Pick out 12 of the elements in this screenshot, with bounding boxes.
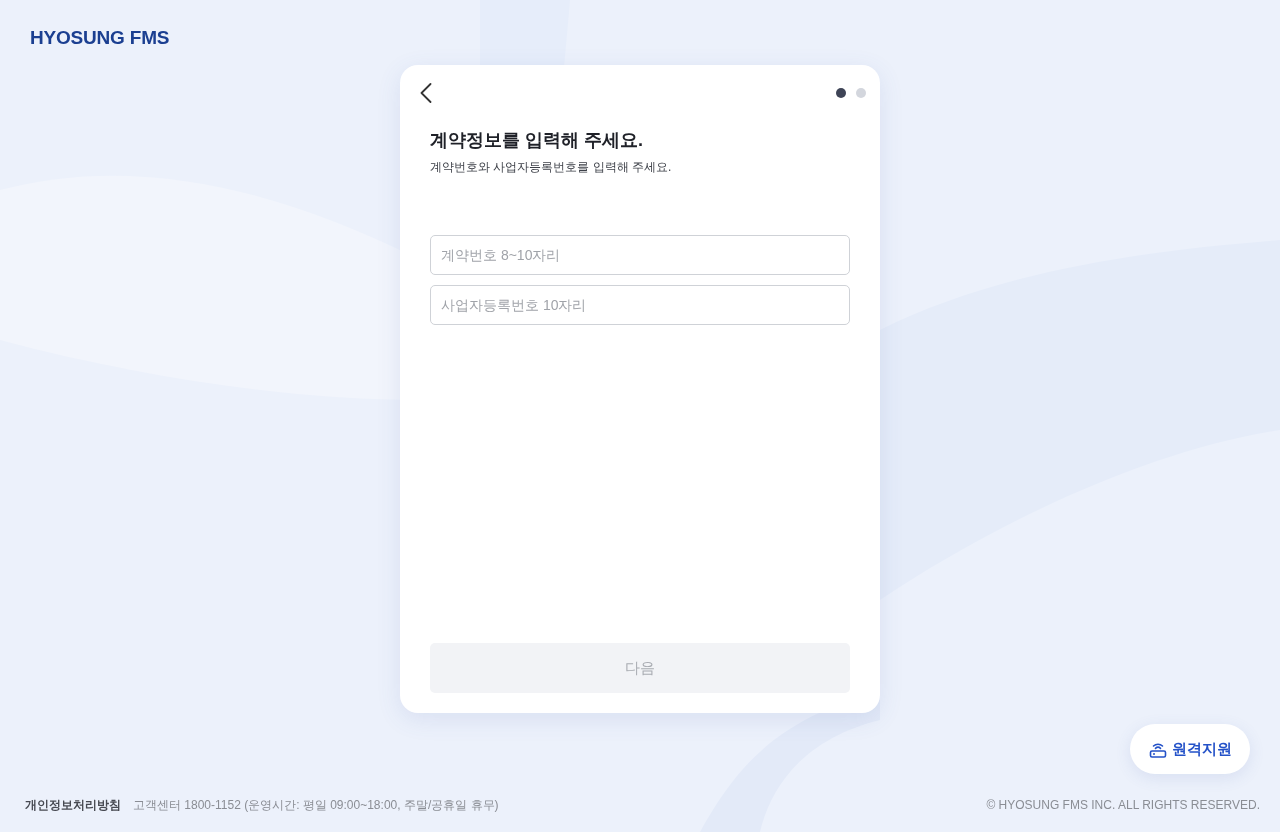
back-button[interactable] xyxy=(420,83,432,103)
input-field[interactable]: 사업자등록번호 10자리 xyxy=(430,285,850,325)
copyright-text: © HYOSUNG FMS INC. ALL RIGHTS RESERVED. xyxy=(986,797,1260,813)
privacy-policy-link[interactable]: 개인정보처리방침 xyxy=(25,797,121,813)
router-icon xyxy=(1148,740,1167,758)
company-logo: HYOSUNG FMS xyxy=(30,27,170,49)
input-field[interactable]: 계약번호 8~10자리 xyxy=(430,235,850,275)
card-title: 계약정보를 입력해 주세요. xyxy=(430,129,644,152)
chevron-left-icon xyxy=(420,83,432,103)
remote-support-button[interactable]: 원격지원 xyxy=(1130,724,1250,774)
customer-center-info: 고객센터 1800-1152 (운영시간: 평일 09:00~18:00, 주말/공휴일 휴무) xyxy=(133,797,499,813)
card-subtitle: 계약번호와 사업자등록번호를 입력해 주세요. xyxy=(430,159,673,176)
